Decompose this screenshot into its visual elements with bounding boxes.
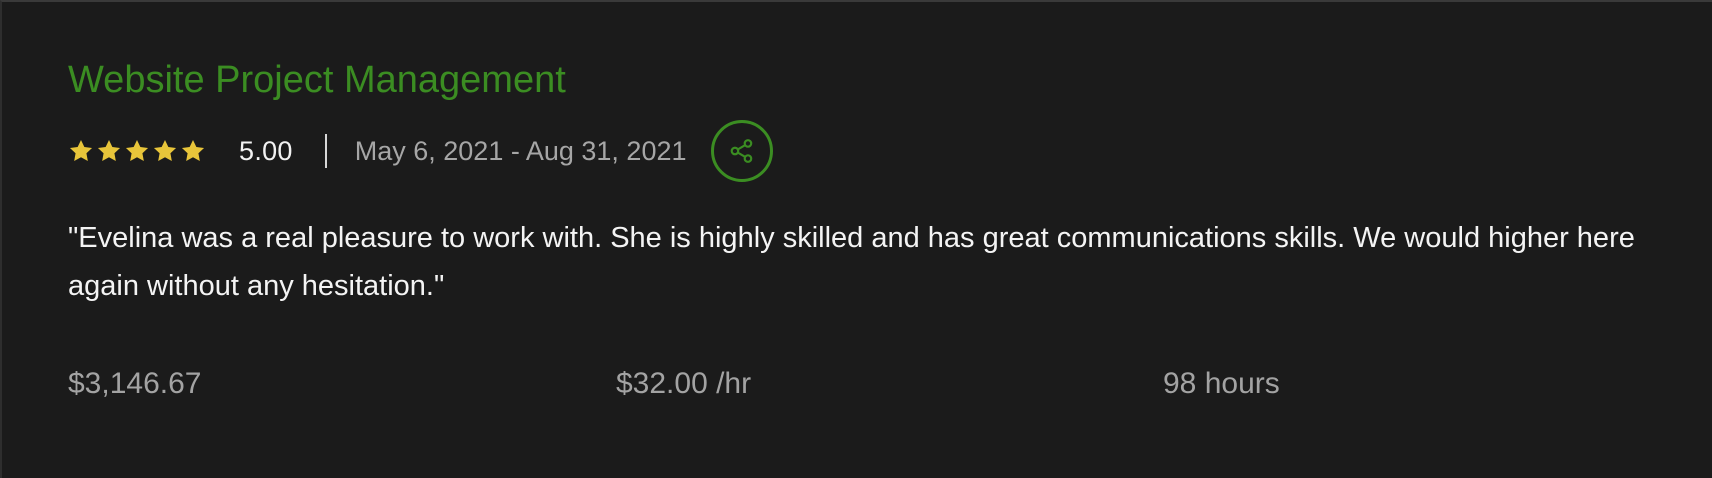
star-icon — [181, 139, 205, 161]
rating-value: 5.00 — [239, 135, 293, 166]
share-icon — [730, 139, 752, 163]
total-earned: $3,146.67 — [68, 367, 202, 400]
star-icon — [69, 139, 93, 161]
star-icon — [125, 139, 149, 161]
star-rating — [68, 138, 206, 164]
star-icon — [97, 139, 121, 161]
review-quote: "Evelina was a real pleasure to work wit… — [68, 222, 1635, 302]
hourly-rate: $32.00 /hr — [616, 367, 752, 400]
hours-worked: 98 hours — [1163, 367, 1280, 400]
share-button[interactable] — [710, 120, 773, 182]
meta-divider — [324, 134, 327, 168]
review-meta: 5.00 May 6, 2021 - Aug 31, 2021 — [68, 118, 773, 184]
project-title[interactable]: Website Project Management — [68, 54, 566, 106]
star-icon — [153, 139, 177, 161]
review-card: Website Project Management 5.00 May 6, 2… — [0, 0, 1712, 478]
date-range: May 6, 2021 - Aug 31, 2021 — [354, 135, 687, 166]
